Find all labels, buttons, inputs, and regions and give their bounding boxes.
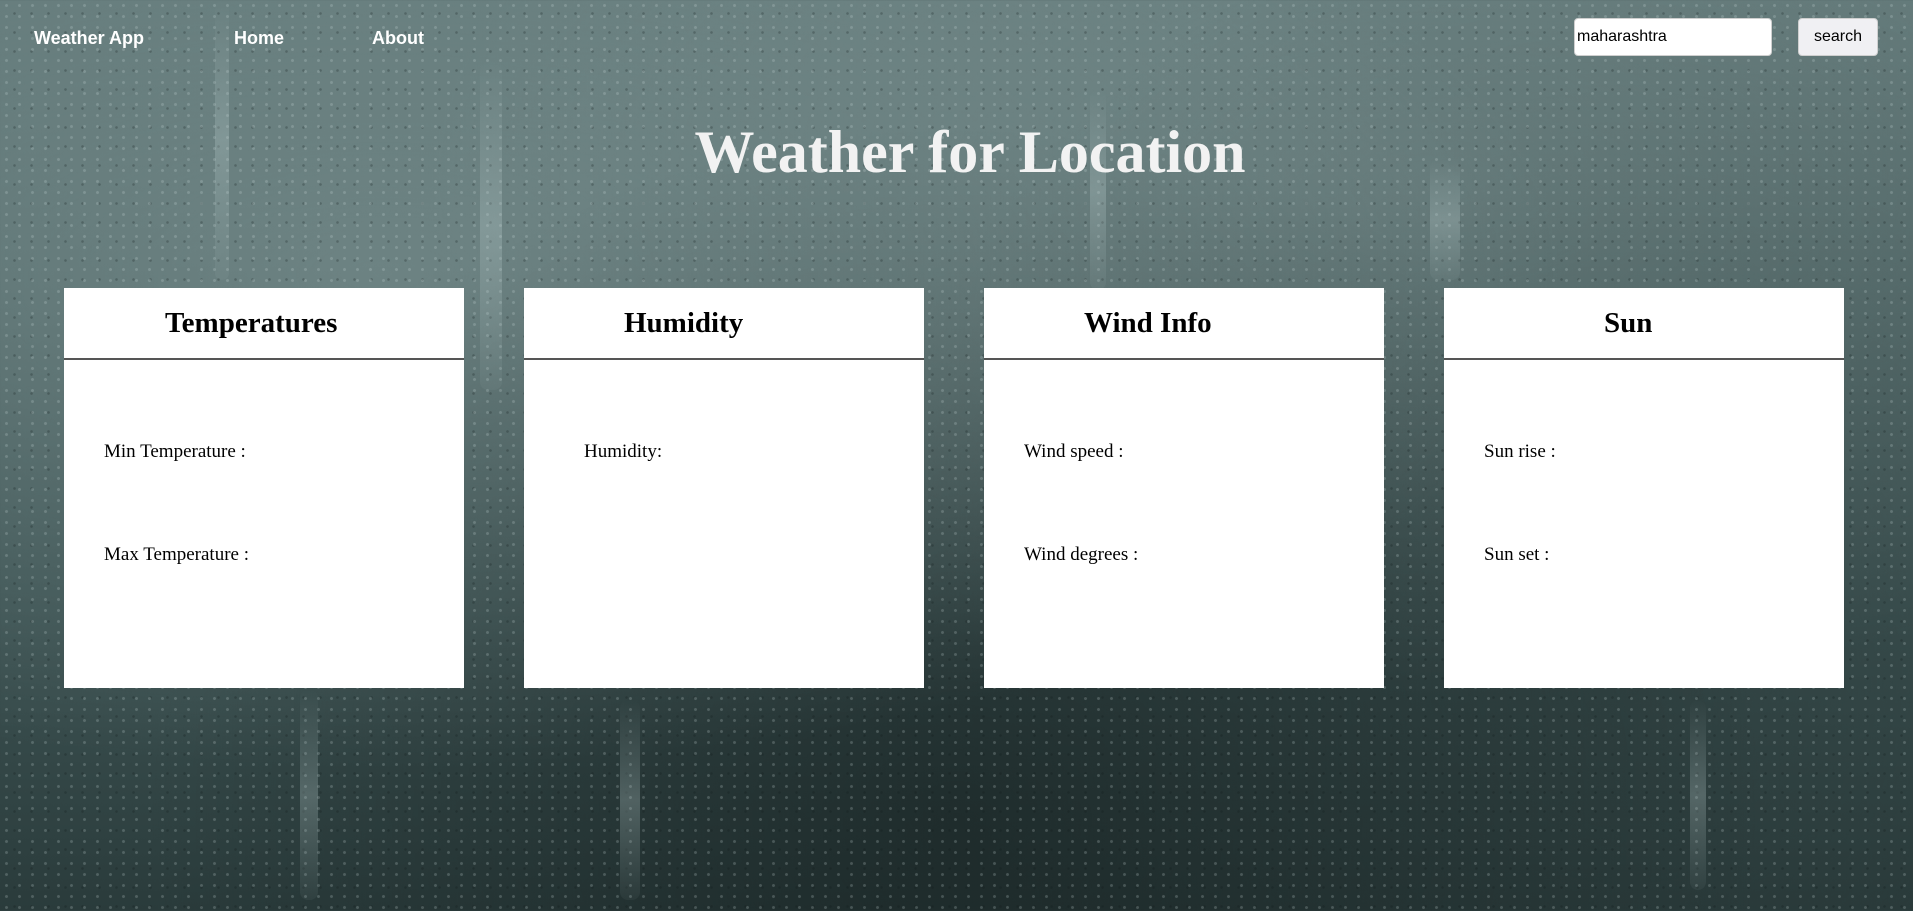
card-temperatures: Temperatures Min Temperature : Max Tempe… — [64, 288, 464, 688]
max-temperature-label: Max Temperature : — [104, 544, 249, 565]
nav-link-home[interactable]: Home — [234, 28, 284, 49]
search-input[interactable] — [1574, 18, 1772, 56]
humidity-label: Humidity: — [584, 441, 663, 462]
rain-streak — [1690, 700, 1706, 890]
rain-streak — [480, 60, 502, 390]
rain-streak — [300, 690, 318, 900]
card-header: Humidity — [524, 288, 924, 360]
card-header: Wind Info — [984, 288, 1384, 360]
page-title: Weather for Location — [694, 119, 1246, 185]
navbar: Weather App Home About search — [0, 0, 1913, 76]
card-sun: Sun Sun rise : Sun set : — [1444, 288, 1844, 688]
card-header: Temperatures — [64, 288, 464, 360]
card-humidity: Humidity Humidity: — [524, 288, 924, 688]
brand-link[interactable]: Weather App — [34, 28, 144, 49]
wind-degrees-label: Wind degrees : — [1024, 544, 1139, 565]
card-title: Wind Info — [1084, 306, 1212, 339]
sun-set-label: Sun set : — [1484, 544, 1550, 565]
wind-speed-label: Wind speed : — [1024, 441, 1124, 462]
sun-rise-label: Sun rise : — [1484, 441, 1556, 462]
card-title: Sun — [1604, 306, 1653, 339]
search-button[interactable]: search — [1798, 18, 1878, 56]
card-title: Humidity — [624, 306, 744, 339]
card-wind-info: Wind Info Wind speed : Wind degrees : — [984, 288, 1384, 688]
rain-streak — [620, 700, 640, 900]
card-title: Temperatures — [165, 306, 338, 339]
nav-link-about[interactable]: About — [372, 28, 424, 49]
card-header: Sun — [1444, 288, 1844, 360]
min-temperature-label: Min Temperature : — [104, 441, 246, 462]
